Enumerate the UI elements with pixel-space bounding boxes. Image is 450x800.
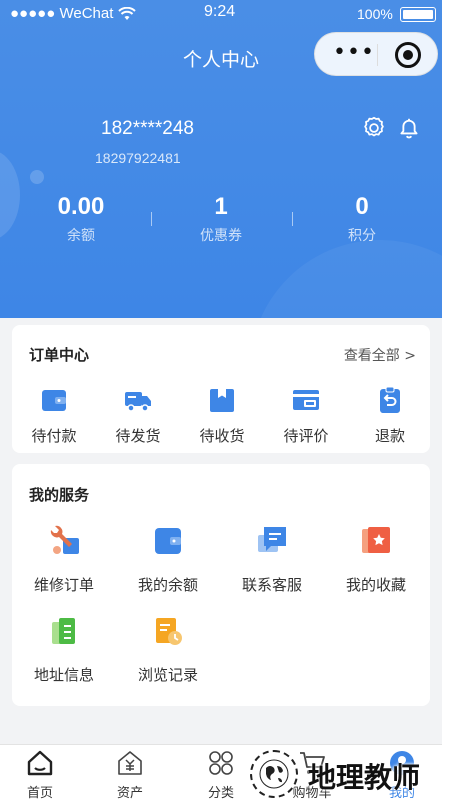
- order-pending-payment[interactable]: 待付款: [12, 385, 96, 446]
- order-pending-shipment[interactable]: 待发货: [96, 385, 180, 446]
- return-icon: [380, 386, 400, 413]
- box-icon: [210, 389, 234, 412]
- watermark-badge: [250, 750, 298, 798]
- stat-value: 1: [214, 193, 228, 220]
- order-center-title: 订单中心: [29, 346, 90, 364]
- service-repair-orders[interactable]: 维修订单: [12, 524, 116, 595]
- battery-icon: [400, 7, 436, 22]
- capsule-divider: [377, 44, 378, 66]
- stat-coupons[interactable]: 1 优惠券: [151, 193, 291, 245]
- truck-icon: [125, 392, 151, 412]
- tab-label: 资产: [116, 786, 143, 800]
- stat-label: 积分: [348, 228, 376, 244]
- service-label: 浏览记录: [137, 666, 198, 684]
- stat-label: 优惠券: [200, 228, 242, 244]
- address-icon: [52, 618, 75, 644]
- order-item-label: 待付款: [31, 427, 77, 445]
- order-item-label: 待评价: [283, 427, 329, 445]
- my-services-card: 我的服务 维修订单 我的余额 联系客服 我的收藏 地址信息 浏览记录: [12, 464, 430, 706]
- carrier-label: ●●●●● WeChat: [10, 5, 114, 22]
- user-phone: 18297922481: [95, 150, 181, 166]
- wallet-icon: [42, 390, 66, 411]
- stat-label: 余额: [67, 228, 95, 244]
- stat-balance[interactable]: 0.00 余额: [11, 193, 151, 245]
- order-pending-receipt[interactable]: 待收货: [180, 385, 264, 446]
- chat-icon: [258, 527, 286, 552]
- watermark: 地理教师: [250, 748, 450, 800]
- close-miniprogram-icon[interactable]: [395, 42, 421, 68]
- tab-assets[interactable]: 资产: [86, 749, 174, 800]
- service-label: 维修订单: [33, 576, 94, 594]
- order-item-label: 退款: [374, 427, 405, 445]
- wrench-icon: [50, 525, 79, 554]
- service-contact-support[interactable]: 联系客服: [220, 524, 324, 595]
- home-icon: [27, 750, 53, 776]
- my-services-title: 我的服务: [29, 486, 90, 504]
- service-my-favorites[interactable]: 我的收藏: [324, 524, 428, 595]
- tab-label: 首页: [26, 786, 53, 800]
- clock: 9:24: [204, 3, 236, 20]
- decor-bubble: [30, 170, 44, 184]
- miniprogram-capsule[interactable]: •••: [314, 32, 438, 76]
- battery-percent: 100%: [357, 6, 393, 22]
- balance-icon: [155, 528, 181, 554]
- service-label: 地址信息: [33, 666, 94, 684]
- history-icon: [156, 618, 182, 645]
- globe-icon: [259, 759, 289, 789]
- profile-header: ●●●●● WeChat 9:24 100% 个人中心 ••• 182****2…: [0, 0, 442, 318]
- assets-icon: [118, 751, 142, 775]
- screen-edge: [442, 0, 450, 800]
- service-label: 我的余额: [137, 576, 198, 594]
- order-item-label: 待发货: [115, 427, 161, 445]
- more-icon[interactable]: •••: [333, 42, 375, 64]
- card-icon: [293, 390, 319, 410]
- settings-icon[interactable]: [361, 115, 387, 141]
- favorite-icon: [362, 527, 390, 553]
- service-label: 联系客服: [241, 576, 302, 594]
- service-my-balance[interactable]: 我的余额: [116, 524, 220, 595]
- order-center-card: 订单中心 查看全部 > 待付款 待发货 待收货 待评价 退款: [12, 325, 430, 453]
- view-all-orders-link[interactable]: 查看全部 >: [344, 345, 416, 365]
- watermark-text: 地理教师: [308, 761, 421, 794]
- wifi-icon: [118, 7, 136, 20]
- order-refund[interactable]: 退款: [348, 385, 432, 446]
- status-bar: ●●●●● WeChat 9:24 100%: [0, 0, 442, 28]
- order-pending-review[interactable]: 待评价: [264, 385, 348, 446]
- decor-bubble: [250, 240, 442, 318]
- stat-points[interactable]: 0 积分: [292, 193, 432, 245]
- stat-value: 0: [355, 193, 369, 220]
- stat-value: 0.00: [57, 193, 105, 220]
- category-icon: [209, 751, 233, 775]
- service-address-info[interactable]: 地址信息: [12, 614, 116, 685]
- bell-icon[interactable]: [396, 115, 422, 141]
- service-browsing-history[interactable]: 浏览记录: [116, 614, 220, 685]
- tab-home[interactable]: 首页: [0, 749, 84, 800]
- user-name: 182****248: [101, 118, 194, 139]
- service-label: 我的收藏: [345, 576, 406, 594]
- order-item-label: 待收货: [199, 427, 245, 445]
